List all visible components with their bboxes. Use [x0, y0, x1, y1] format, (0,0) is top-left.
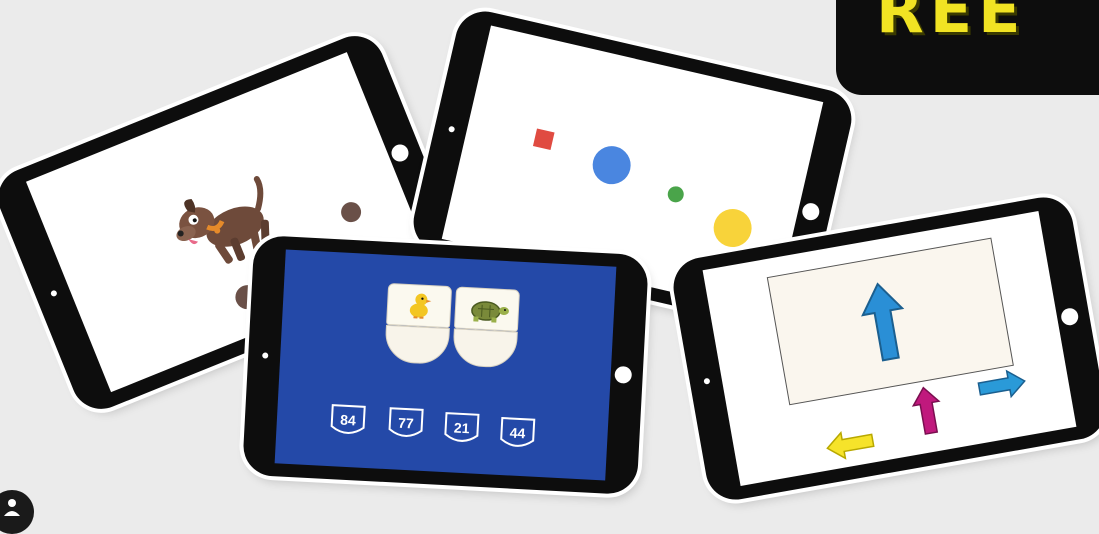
- answer-21[interactable]: 21: [442, 410, 482, 448]
- banner-text: REE: [876, 0, 1027, 47]
- yellow-dot: [709, 205, 756, 251]
- camera-dot: [262, 352, 269, 359]
- answer-label: 44: [509, 423, 526, 441]
- tablet-screen-arrows: [702, 211, 1077, 486]
- duck-slot[interactable]: [384, 324, 450, 366]
- duck-icon: [409, 293, 432, 319]
- avatar[interactable]: [0, 490, 34, 534]
- corner-banner: REE: [836, 0, 1099, 95]
- camera-dot: [448, 125, 456, 133]
- answer-44[interactable]: 44: [498, 415, 538, 453]
- brown-dot-partial: [338, 199, 365, 226]
- answer-label: 84: [339, 411, 357, 428]
- turtle-icon: [471, 301, 509, 323]
- arrow-left-icon: [826, 431, 875, 460]
- tablet-screen-math: 84 77 21 44: [274, 249, 617, 481]
- arrow-up-magenta-icon: [911, 386, 941, 435]
- red-square: [532, 128, 555, 151]
- answer-label: 77: [397, 414, 415, 431]
- duck-card[interactable]: [386, 282, 453, 329]
- blue-dot: [588, 142, 635, 188]
- turtle-card[interactable]: [453, 286, 521, 332]
- answer-77[interactable]: 77: [386, 405, 426, 443]
- answer-84[interactable]: 84: [328, 402, 368, 440]
- camera-dot: [49, 289, 58, 297]
- green-dot: [666, 184, 686, 204]
- home-button[interactable]: [800, 201, 822, 222]
- home-button[interactable]: [388, 141, 412, 165]
- user-icon: [4, 499, 20, 516]
- camera-dot: [703, 377, 711, 385]
- tablet-math: 84 77 21 44: [241, 234, 650, 496]
- answer-label: 21: [453, 419, 470, 436]
- home-button[interactable]: [1059, 306, 1080, 327]
- arrow-right-icon: [977, 369, 1026, 399]
- turtle-slot[interactable]: [451, 328, 518, 369]
- home-button[interactable]: [614, 365, 633, 384]
